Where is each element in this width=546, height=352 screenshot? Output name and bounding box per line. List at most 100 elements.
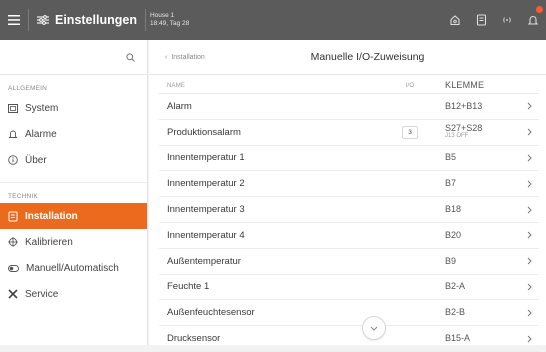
table-row[interactable]: Innentemperatur 1 B5: [159, 146, 539, 172]
sidebar-item-label: Kalibrieren: [25, 236, 73, 248]
page-heading: Manuelle I/O-Zuweisung: [310, 51, 425, 63]
alarm-badge: [536, 6, 543, 13]
row-klemme: S27+S28 J13 OFF: [445, 124, 519, 140]
klemme-value: B9: [445, 255, 457, 266]
row-klemme: B20: [445, 229, 519, 240]
main-panel: ‹ Installation Manuelle I/O-Zuweisung NA…: [149, 40, 546, 352]
sidebar-item-kalibrieren[interactable]: Kalibrieren: [0, 229, 147, 255]
row-klemme: B15-A: [445, 334, 519, 343]
column-header-name: NAME: [167, 82, 186, 89]
klemme-value: B18: [445, 204, 462, 215]
house-info[interactable]: House 1 18:49, Tag 28: [150, 12, 189, 28]
sidebar-item-manuell-automatisch[interactable]: Manuell/Automatisch: [0, 255, 147, 281]
table-row[interactable]: Innentemperatur 2 B7: [159, 171, 539, 198]
divider: [144, 9, 146, 31]
table-row[interactable]: Produktionsalarm 3 S27+S28 J13 OFF: [159, 120, 539, 146]
row-klemme: B2-A: [445, 282, 519, 291]
sidebar-search[interactable]: [0, 40, 147, 75]
page-title-area: Einstellungen: [29, 13, 145, 27]
divider: [0, 173, 147, 183]
document-button[interactable]: [468, 0, 494, 40]
sidebar-item-service[interactable]: Service: [0, 281, 147, 307]
row-klemme: B5: [445, 153, 519, 162]
info-icon: [8, 155, 18, 165]
sidebar-item-ueber[interactable]: Über: [0, 147, 147, 173]
table-row[interactable]: Feuchte 1 B2-A: [159, 275, 539, 301]
table-row[interactable]: Alarm B12+B13: [159, 94, 539, 120]
alarm-button[interactable]: [520, 0, 546, 40]
row-klemme: B18: [445, 205, 519, 214]
breadcrumb[interactable]: ‹ Installation: [149, 54, 205, 61]
row-klemme: B9: [445, 255, 519, 266]
signal-icon: [503, 17, 511, 23]
top-bar: Einstellungen House 1 18:49, Tag 28: [0, 0, 546, 40]
klemme-value: B7: [445, 178, 457, 189]
sidebar: ALLGEMEIN System Alarme Über TECHNIK Ins…: [0, 40, 148, 345]
sidebar-item-system[interactable]: System: [0, 95, 147, 121]
table-body: Alarm B12+B13 Produktionsalarm 3 S27+S28 J13 …: [159, 94, 539, 352]
row-name: Außenfeuchtesensor: [167, 307, 255, 319]
chevron-right-icon: [519, 102, 539, 110]
menu-button[interactable]: [0, 0, 28, 40]
table-row[interactable]: Innentemperatur 3 B18: [159, 197, 539, 223]
sidebar-item-label: System: [25, 102, 59, 114]
document-icon: [476, 14, 486, 26]
io-value[interactable]: 3: [402, 125, 418, 139]
section-label-general: ALLGEMEIN: [8, 85, 48, 92]
calibrate-icon: [8, 237, 18, 247]
sidebar-item-label: Alarme: [25, 128, 57, 140]
io-table: NAME I/O KLEMME Alarm B12+B13 Produktionsa…: [159, 78, 539, 352]
chevron-right-icon: [519, 231, 539, 239]
row-name: Feuchte 1: [167, 281, 210, 293]
sidebar-item-installation[interactable]: Installation: [0, 203, 147, 229]
toggle-icon: [8, 264, 19, 272]
table-row[interactable]: Innentemperatur 4 B20: [159, 223, 539, 249]
chevron-down-icon: [370, 326, 378, 331]
hamburger-icon: [8, 15, 20, 25]
system-icon: [8, 103, 18, 113]
chevron-right-icon: [519, 335, 539, 343]
sidebar-item-label: Service: [25, 288, 59, 300]
table-row[interactable]: Außentemperatur B9: [159, 249, 539, 275]
row-name: Drucksensor: [167, 333, 221, 345]
scroll-down-button[interactable]: [362, 316, 386, 340]
chevron-right-icon: [519, 206, 539, 214]
home-icon: [450, 15, 460, 26]
house-name: House 1: [149, 12, 175, 19]
table-row[interactable]: Außenfeuchtesensor B2-B: [159, 300, 539, 327]
row-name: Innentemperatur 1: [167, 152, 245, 164]
tools-icon: [8, 289, 18, 299]
column-header-io: I/O: [405, 82, 415, 89]
row-name: Innentemperatur 4: [167, 229, 245, 241]
row-name: Außentemperatur: [167, 255, 241, 267]
chevron-right-icon: [519, 180, 539, 188]
sidebar-item-alarme[interactable]: Alarme: [0, 121, 147, 147]
column-header-klemme: KLEMME: [445, 80, 485, 90]
row-name: Innentemperatur 3: [167, 204, 245, 216]
home-button[interactable]: [442, 0, 468, 40]
bell-icon: [8, 130, 18, 138]
klemme-value: B20: [445, 229, 462, 240]
table-row[interactable]: Drucksensor B15-A: [159, 326, 539, 352]
installation-icon: [8, 211, 18, 221]
sidebar-item-label: Über: [25, 154, 47, 166]
breadcrumb-label: Installation: [171, 53, 205, 61]
row-name: Innentemperatur 2: [167, 178, 245, 190]
sidebar-item-label: Installation: [25, 210, 78, 222]
row-klemme: B2-B: [445, 308, 519, 317]
bell-icon: [527, 15, 539, 25]
table-header: NAME I/O KLEMME: [159, 78, 539, 94]
chevron-right-icon: [519, 309, 539, 317]
klemme-value: S27+S28: [445, 123, 483, 134]
chevron-right-icon: [519, 257, 539, 265]
row-name: Produktionsalarm: [167, 126, 241, 138]
klemme-value: B2-B: [445, 307, 466, 318]
signal-button[interactable]: [494, 0, 520, 40]
chevron-right-icon: [519, 154, 539, 162]
klemme-value: B15-A: [445, 333, 471, 344]
klemme-value: B2-A: [445, 281, 466, 292]
klemme-value: B12+B13: [445, 100, 483, 111]
chevron-right-icon: [519, 283, 539, 291]
klemme-subvalue: J13 OFF: [445, 133, 469, 140]
chevron-right-icon: [519, 128, 539, 136]
